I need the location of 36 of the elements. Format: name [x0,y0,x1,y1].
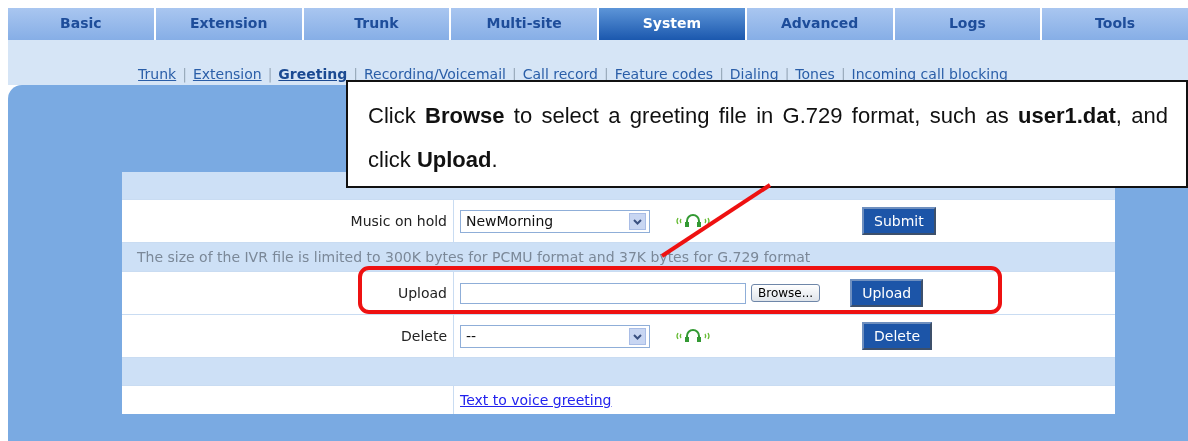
nav-tab[interactable]: Basic [8,8,154,40]
subnav-link[interactable]: Tones [795,66,835,82]
nav-tab[interactable]: Tools [1042,8,1188,40]
nav-tab[interactable]: System [599,8,745,40]
chevron-down-icon [629,327,646,345]
dropdown[interactable]: NewMorning [460,209,650,233]
chevron-down-icon [629,212,646,230]
nav-tab[interactable]: Extension [155,8,302,40]
action-button[interactable]: Submit [862,207,936,235]
subnav-link[interactable]: Trunk [138,66,177,82]
subnav-link[interactable]: Incoming call blocking [851,66,1008,82]
field-label: Music on hold [350,213,447,229]
text-to-voice-link[interactable]: Text to voice greeting [460,392,612,408]
nav-tab[interactable]: Logs [894,8,1041,40]
nav-tab[interactable]: Trunk [303,8,450,40]
subnav-link[interactable]: Call record [522,66,598,82]
file-path-field[interactable] [460,282,746,304]
subnav-link[interactable]: Recording/Voicemail [363,66,506,82]
field-label: Upload [397,285,447,301]
dropdown[interactable]: -- [460,324,650,348]
instruction-text: Click Browse to select a greeting file in G.729 format, such as user1.dat, and click Upload. [368,102,1168,174]
nav-tab[interactable]: Advanced [746,8,893,40]
subnav-link[interactable]: Greeting [278,66,348,82]
subnav-link[interactable]: Extension [192,66,262,82]
subnav-link[interactable]: Feature codes [614,66,714,82]
nav-tab[interactable]: Multi-site [451,8,597,40]
upload-button[interactable]: Upload [850,279,924,307]
size-note: The size of the IVR file is limited to 300K bytes for PCMU format and 37K bytes for G.729 format [137,249,811,265]
separator: | [267,66,273,82]
headphones-icon[interactable] [675,328,711,344]
subnav-link[interactable]: Dialing [729,66,779,82]
field-label: Delete [401,328,447,344]
headphones-icon[interactable] [675,213,711,229]
browse-button[interactable]: Browse... [751,284,821,302]
action-button[interactable]: Delete [862,322,932,350]
separator: | [182,66,187,82]
